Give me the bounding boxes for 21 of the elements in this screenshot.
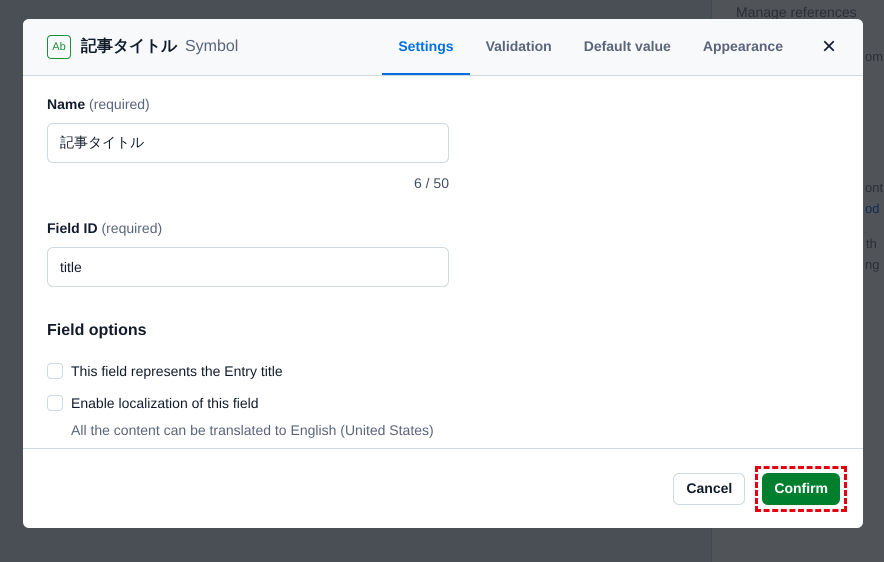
dialog-subtitle: Symbol	[185, 37, 238, 57]
dialog-tab[interactable]: Appearance	[686, 19, 799, 75]
type-badge: Ab	[47, 35, 71, 59]
dialog-title: 記事タイトル	[81, 36, 177, 57]
checkbox-label: Enable localization of this field	[71, 394, 259, 412]
checkbox[interactable]	[47, 363, 63, 379]
character-counter: 6 / 50	[412, 174, 449, 193]
text-input[interactable]: title	[47, 247, 449, 287]
checkbox-label: This field represents the Entry title	[71, 362, 283, 381]
text-input[interactable]: 記事タイトル	[47, 123, 449, 163]
confirm-button[interactable]: Confirm	[762, 472, 840, 504]
field-label: Name (required)	[47, 95, 151, 114]
section-heading: Field options	[47, 321, 148, 341]
dialog-tab[interactable]: Validation	[470, 19, 568, 75]
close-button[interactable]: ×	[819, 35, 839, 59]
dialog-tab[interactable]: Settings	[382, 19, 470, 75]
cancel-button[interactable]: Cancel	[673, 472, 746, 504]
checkbox[interactable]	[47, 395, 63, 411]
help-text: All the content can be translated to English (United States)	[71, 421, 435, 440]
dialog-tab[interactable]: Default value	[568, 19, 687, 75]
field-label: Field ID (required)	[47, 219, 164, 238]
